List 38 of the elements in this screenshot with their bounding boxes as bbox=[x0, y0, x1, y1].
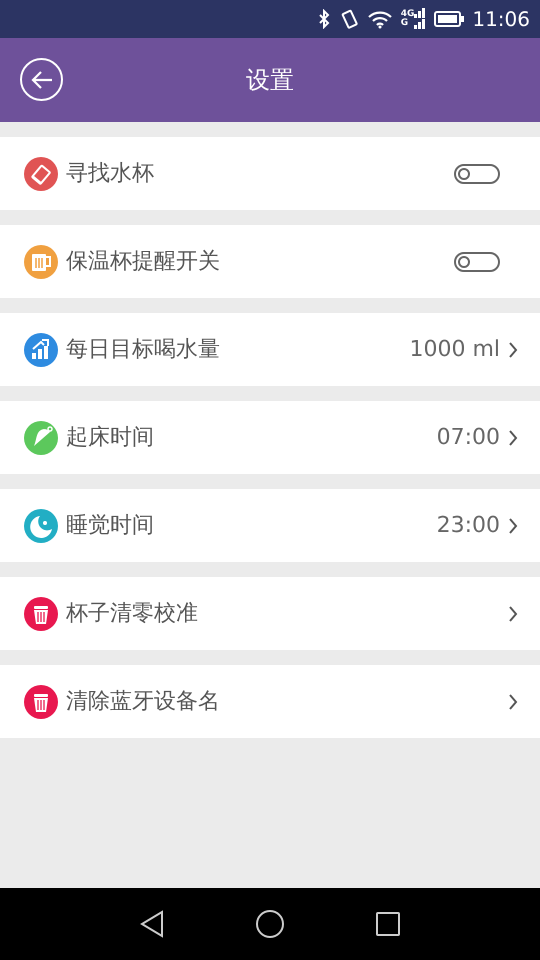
settings-row[interactable]: 保温杯提醒开关 bbox=[0, 225, 540, 298]
vibrate-icon bbox=[338, 9, 359, 29]
toggle-switch[interactable] bbox=[454, 164, 500, 184]
setting-label: 寻找水杯 bbox=[66, 160, 155, 188]
battery-icon bbox=[434, 11, 464, 27]
bluetooth-icon bbox=[316, 9, 331, 29]
setting-value: 1000 ml bbox=[409, 336, 500, 364]
recents-nav-icon[interactable] bbox=[375, 911, 401, 937]
back-nav-icon[interactable] bbox=[139, 910, 165, 938]
setting-label: 清除蓝牙设备名 bbox=[66, 688, 221, 716]
back-button[interactable] bbox=[20, 58, 63, 101]
chevron-right-icon bbox=[508, 340, 518, 358]
chevron-right-icon bbox=[508, 516, 518, 534]
chevron-right-icon bbox=[508, 428, 518, 446]
wifi-icon bbox=[366, 9, 393, 29]
settings-row[interactable]: 每日目标喝水量 1000 ml bbox=[0, 313, 540, 386]
back-arrow-icon bbox=[30, 70, 54, 90]
setting-label: 睡觉时间 bbox=[66, 512, 155, 540]
settings-row[interactable]: 清除蓝牙设备名 bbox=[0, 665, 540, 738]
network-label: 4G bbox=[400, 10, 414, 19]
signal-icon bbox=[414, 8, 426, 30]
setting-label: 杯子清零校准 bbox=[66, 600, 199, 628]
chevron-right-icon bbox=[508, 604, 518, 622]
setting-label: 保温杯提醒开关 bbox=[66, 248, 221, 276]
settings-row[interactable]: 睡觉时间 23:00 bbox=[0, 489, 540, 562]
setting-label: 起床时间 bbox=[66, 424, 155, 452]
settings-row[interactable]: 起床时间 07:00 bbox=[0, 401, 540, 474]
home-nav-icon[interactable] bbox=[255, 909, 285, 939]
setting-value: 07:00 bbox=[436, 424, 500, 452]
setting-value: 23:00 bbox=[436, 512, 500, 540]
page-title: 设置 bbox=[246, 65, 294, 96]
settings-row[interactable]: 杯子清零校准 bbox=[0, 577, 540, 650]
chevron-right-icon bbox=[508, 692, 518, 710]
toggle-switch[interactable] bbox=[454, 252, 500, 272]
network-label: G bbox=[400, 19, 410, 28]
clock-text: 11:06 bbox=[472, 6, 530, 33]
settings-row[interactable]: 寻找水杯 bbox=[0, 137, 540, 210]
setting-label: 每日目标喝水量 bbox=[66, 336, 221, 364]
